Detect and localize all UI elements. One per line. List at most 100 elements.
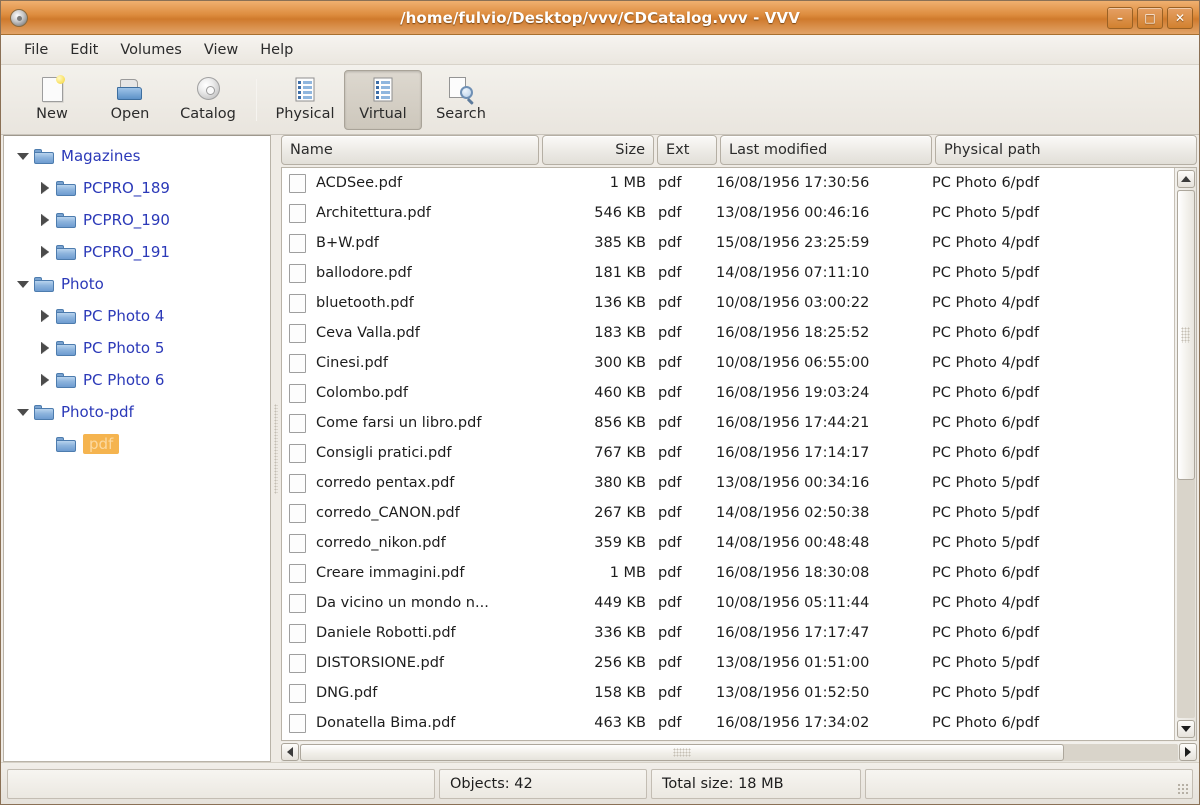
tree-item-pcpro-190[interactable]: PCPRO_190 <box>4 204 270 236</box>
maximize-button[interactable]: □ <box>1137 6 1163 29</box>
cell-ext: pdf <box>658 715 682 731</box>
cell-name-text: corredo_CANON.pdf <box>316 505 460 521</box>
cell-name-text: corredo pentax.pdf <box>316 475 455 491</box>
table-row[interactable]: DISTORSIONE.pdf 256 KB pdf 13/08/1956 01:51… <box>282 648 1174 678</box>
vertical-scroll-track[interactable] <box>1176 190 1195 718</box>
toolbar-separator <box>256 78 257 121</box>
column-headers: Name Size Ext Last modified Physical pat… <box>281 135 1197 167</box>
table-row[interactable]: Architettura.pdf 546 KB pdf 13/08/1956 00:4… <box>282 198 1174 228</box>
toolbar-physical-button[interactable]: Physical <box>266 70 344 130</box>
resize-grip-icon[interactable] <box>1177 782 1189 795</box>
menu-help[interactable]: Help <box>249 38 304 62</box>
column-header-name[interactable]: Name <box>281 135 539 165</box>
cell-physical-path: PC Photo 6/pdf <box>932 715 1040 731</box>
toolbar-new-button[interactable]: New <box>13 70 91 130</box>
table-row[interactable]: Cinesi.pdf 300 KB pdf 10/08/1956 06:55:00 PC… <box>282 348 1174 378</box>
chevron-right-icon[interactable] <box>34 373 56 386</box>
toolbar-open-button[interactable]: Open <box>91 70 169 130</box>
horizontal-scroll-track[interactable] <box>300 743 1178 761</box>
menu-view[interactable]: View <box>193 38 249 62</box>
cell-name-text: B+W.pdf <box>316 235 379 251</box>
tree-item-pcpro-191[interactable]: PCPRO_191 <box>4 236 270 268</box>
tree-item-pc-photo-5[interactable]: PC Photo 5 <box>4 332 270 364</box>
file-icon <box>289 533 306 553</box>
tree-item-pc-photo-4[interactable]: PC Photo 4 <box>4 300 270 332</box>
list-view-icon <box>292 77 318 103</box>
folder-icon <box>56 436 76 452</box>
column-header-last-modified[interactable]: Last modified <box>720 135 932 165</box>
menu-volumes[interactable]: Volumes <box>109 38 192 62</box>
column-header-size[interactable]: Size <box>542 135 654 165</box>
toolbar-search-button[interactable]: Search <box>422 70 500 130</box>
column-header-physical-path[interactable]: Physical path <box>935 135 1197 165</box>
scroll-right-button[interactable] <box>1179 743 1197 761</box>
chevron-down-icon[interactable] <box>12 408 34 416</box>
vertical-scroll-thumb[interactable] <box>1176 190 1195 481</box>
horizontal-scrollbar[interactable] <box>281 742 1197 762</box>
table-row[interactable]: corredo_nikon.pdf 359 KB pdf 14/08/1956 00:… <box>282 528 1174 558</box>
volume-tree[interactable]: Magazines PCPRO_189 PCPRO_190 PCPRO_191 <box>3 135 271 762</box>
table-row[interactable]: corredo_CANON.pdf 267 KB pdf 14/08/1956 02:… <box>282 498 1174 528</box>
table-row[interactable]: B+W.pdf 385 KB pdf 15/08/1956 23:25:59 PC Ph… <box>282 228 1174 258</box>
table-row[interactable]: ACDSee.pdf 1 MB pdf 16/08/1956 17:30:56 PC P… <box>282 168 1174 198</box>
tree-item-magazines[interactable]: Magazines <box>4 140 270 172</box>
table-row[interactable]: Colombo.pdf 460 KB pdf 16/08/1956 19:03:24 P… <box>282 378 1174 408</box>
menu-edit[interactable]: Edit <box>59 38 109 62</box>
tree-item-pc-photo-6[interactable]: PC Photo 6 <box>4 364 270 396</box>
tree-item-pcpro-189[interactable]: PCPRO_189 <box>4 172 270 204</box>
cell-physical-path: PC Photo 4/pdf <box>932 355 1040 371</box>
chevron-right-icon[interactable] <box>34 181 56 194</box>
tree-item-photo[interactable]: Photo <box>4 268 270 300</box>
table-row[interactable]: Come farsi un libro.pdf 856 KB pdf 16/08/19… <box>282 408 1174 438</box>
table-row[interactable]: DNG.pdf 158 KB pdf 13/08/1956 01:52:50 PC Ph… <box>282 678 1174 708</box>
chevron-right-icon[interactable] <box>34 309 56 322</box>
minimize-button[interactable]: – <box>1107 6 1133 29</box>
chevron-down-icon[interactable] <box>12 280 34 288</box>
cell-size: 256 KB <box>594 655 646 671</box>
cell-physical-path: PC Photo 5/pdf <box>932 685 1040 701</box>
table-row[interactable]: Donatella Bima.pdf 463 KB pdf 16/08/1956 17… <box>282 708 1174 738</box>
file-icon <box>289 323 306 343</box>
chevron-down-icon[interactable] <box>12 152 34 160</box>
toolbar-physical-label: Physical <box>275 106 335 122</box>
chevron-right-icon[interactable] <box>34 213 56 226</box>
chevron-right-icon[interactable] <box>34 341 56 354</box>
table-row[interactable]: corredo pentax.pdf 380 KB pdf 13/08/1956 00… <box>282 468 1174 498</box>
toolbar-search-label: Search <box>436 106 486 122</box>
horizontal-scroll-thumb[interactable] <box>300 743 1064 761</box>
cell-size: 1 MB <box>609 175 646 191</box>
table-row[interactable]: Daniele Robotti.pdf 336 KB pdf 16/08/1956 1… <box>282 618 1174 648</box>
table-row[interactable]: Consigli pratici.pdf 767 KB pdf 16/08/1956 … <box>282 438 1174 468</box>
table-row[interactable]: bluetooth.pdf 136 KB pdf 10/08/1956 03:00:2… <box>282 288 1174 318</box>
cell-physical-path: PC Photo 5/pdf <box>932 655 1040 671</box>
vertical-scrollbar[interactable] <box>1174 168 1196 740</box>
toolbar-virtual-label: Virtual <box>359 106 407 122</box>
cell-name: Come farsi un libro.pdf <box>282 413 540 433</box>
menu-file[interactable]: File <box>13 38 59 62</box>
title-bar[interactable]: /home/fulvio/Desktop/vvv/CDCatalog.vvv -… <box>1 1 1199 35</box>
scroll-down-button[interactable] <box>1176 720 1195 738</box>
cell-name: Colombo.pdf <box>282 383 540 403</box>
file-rows[interactable]: ACDSee.pdf 1 MB pdf 16/08/1956 17:30:56 PC P… <box>282 168 1174 740</box>
cell-name: DISTORSIONE.pdf <box>282 653 540 673</box>
close-button[interactable]: ✕ <box>1167 6 1193 29</box>
chevron-right-icon[interactable] <box>34 245 56 258</box>
column-header-ext[interactable]: Ext <box>657 135 717 165</box>
scroll-up-button[interactable] <box>1176 170 1195 188</box>
cell-name: ballodore.pdf <box>282 263 540 283</box>
cell-name-text: ACDSee.pdf <box>316 175 403 191</box>
table-row[interactable]: Ceva Valla.pdf 183 KB pdf 16/08/1956 18:25:… <box>282 318 1174 348</box>
scroll-left-button[interactable] <box>281 743 299 761</box>
toolbar-catalog-button[interactable]: Catalog <box>169 70 247 130</box>
tree-item-pdf[interactable]: pdf <box>4 428 270 460</box>
table-row[interactable]: Creare immagini.pdf 1 MB pdf 16/08/1956 18:… <box>282 558 1174 588</box>
table-row[interactable]: ballodore.pdf 181 KB pdf 14/08/1956 07:11:1… <box>282 258 1174 288</box>
tree-item-photo-pdf[interactable]: Photo-pdf <box>4 396 270 428</box>
cell-last-modified: 16/08/1956 17:30:56 <box>716 175 870 191</box>
pane-splitter[interactable] <box>271 135 281 762</box>
cell-name: ACDSee.pdf <box>282 173 540 193</box>
table-row[interactable]: Da vicino un mondo n... 449 KB pdf 10/08/19… <box>282 588 1174 618</box>
toolbar-virtual-button[interactable]: Virtual <box>344 69 422 130</box>
file-icon <box>289 503 306 523</box>
arrow-right-icon <box>1185 747 1191 757</box>
